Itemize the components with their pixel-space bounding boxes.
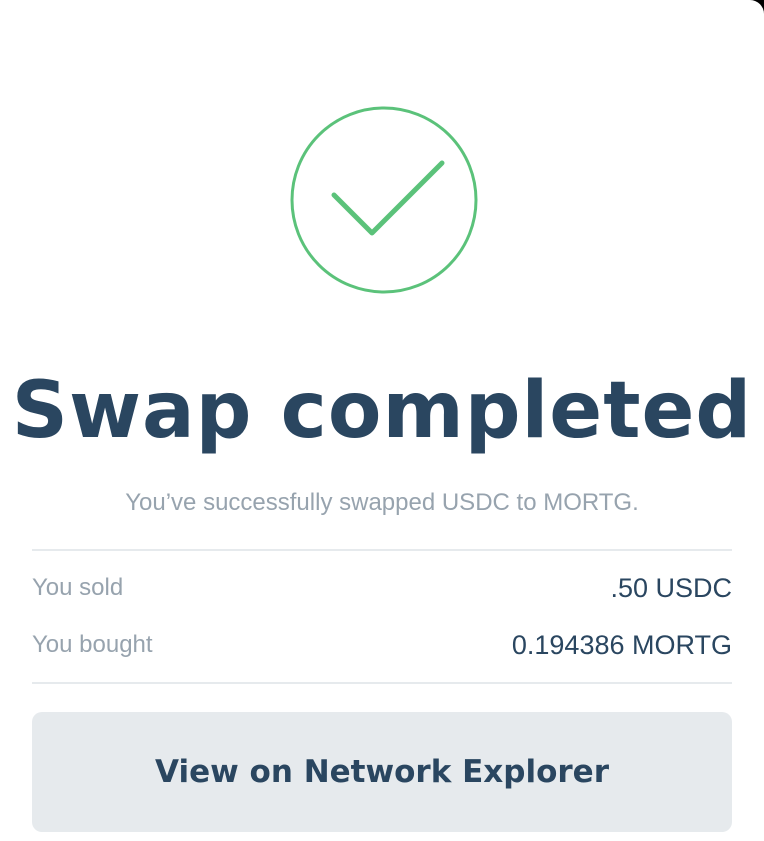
divider xyxy=(32,682,732,684)
bought-row: You bought 0.194386 MORTG xyxy=(32,627,732,663)
divider xyxy=(32,549,732,551)
view-on-network-explorer-button[interactable]: View on Network Explorer xyxy=(32,712,732,832)
modal-subtitle: You’ve successfully swapped USDC to MORT… xyxy=(125,489,639,516)
bought-value: 0.194386 MORTG xyxy=(511,629,732,660)
bought-label: You bought xyxy=(32,631,153,658)
sold-label: You sold xyxy=(32,574,124,601)
modal-title: Swap completed xyxy=(11,366,753,456)
explorer-button-label: View on Network Explorer xyxy=(155,754,609,790)
sold-value: .50 USDC xyxy=(610,572,732,603)
checkmark-circle-icon xyxy=(290,106,480,296)
sold-row: You sold .50 USDC xyxy=(32,570,732,606)
swap-success-modal: Swap completed You’ve successfully swapp… xyxy=(0,0,764,841)
